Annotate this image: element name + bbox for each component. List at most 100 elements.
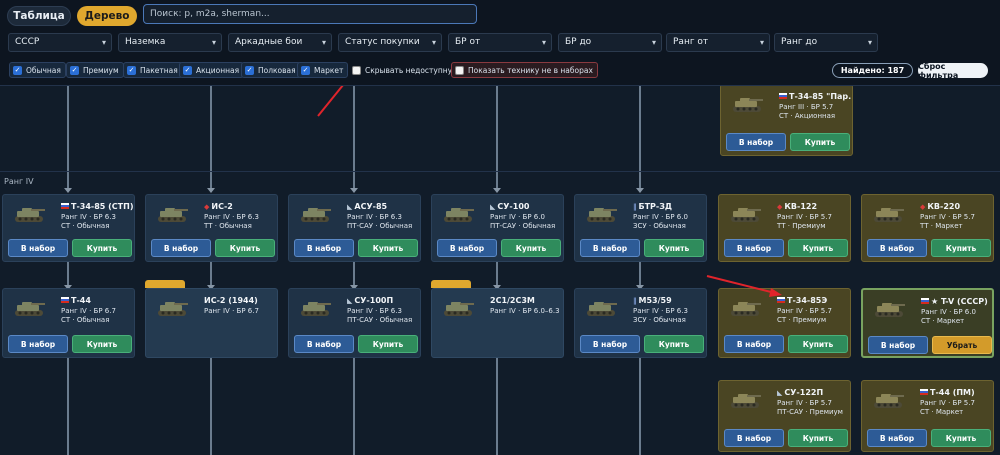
vehicle-rank-br: Ранг IV · БР 6.3	[347, 213, 402, 221]
tree-connector	[67, 86, 69, 189]
view-tree-button[interactable]: Дерево	[77, 6, 137, 26]
check-icon: ✓	[183, 65, 192, 75]
buy-button[interactable]: Купить	[788, 335, 848, 353]
add-to-set-button[interactable]: В набор	[294, 239, 354, 257]
add-to-set-button[interactable]: В набор	[724, 239, 784, 257]
add-to-set-button[interactable]: В набор	[580, 239, 640, 257]
rank-to-select[interactable]: Ранг до ▾	[774, 33, 878, 52]
checkbox-pack[interactable]: ✓ Пакетная	[123, 62, 183, 78]
vehicle-name: ◣ АСУ-85	[347, 202, 388, 211]
add-to-set-button[interactable]: В набор	[868, 336, 928, 354]
br-to-select[interactable]: БР до ▾	[558, 33, 662, 52]
check-icon: ✓	[301, 65, 310, 75]
buy-button[interactable]: Купить	[931, 239, 991, 257]
add-to-set-button[interactable]: В набор	[294, 335, 354, 353]
vehicle-card-su100p[interactable]: ◣ СУ-100П Ранг IV · БР 6.3 ПТ-САУ · Обычная…	[288, 288, 421, 358]
vehicle-card-su122p[interactable]: ◣ СУ-122П Ранг IV · БР 5.7 ПТ-САУ · Премиум…	[718, 380, 851, 452]
vehicle-card-t44[interactable]: Т-44 Ранг IV · БР 6.7 СТ · Обычная В набор К…	[2, 288, 135, 358]
group-tab[interactable]	[431, 280, 471, 288]
reset-filter-button[interactable]: Сброс фильтра	[918, 62, 988, 80]
checkbox-square	[455, 65, 464, 75]
buy-button[interactable]: Купить	[501, 239, 561, 257]
buy-button[interactable]: Купить	[358, 239, 418, 257]
add-to-set-button[interactable]: В набор	[724, 335, 784, 353]
purchase-status-select[interactable]: Статус покупки ▾	[338, 33, 442, 52]
purchase-status-value: Статус покупки	[345, 37, 420, 47]
tank-destroyer-icon: ◣	[347, 297, 353, 305]
vehicle-card-t34-85-par[interactable]: Т-34-85 "Пар... Ранг III · БР 5.7 СТ · Акц…	[720, 84, 853, 156]
vehicle-card-2s1[interactable]: 2С1/2С3М Ранг IV · БР 6.0–6.3	[431, 288, 564, 358]
view-table-button[interactable]: Таблица	[7, 6, 71, 26]
vehicle-class-status: ПТ-САУ · Обычная	[347, 222, 413, 230]
chevron-down-icon: ▾	[321, 38, 326, 47]
vehicle-card-is2[interactable]: ◆ ИС-2 Ранг IV · БР 6.3 ТТ · Обычная В набор…	[145, 194, 278, 262]
rank-from-select[interactable]: Ранг от ▾	[666, 33, 770, 52]
buy-button[interactable]: Купить	[358, 335, 418, 353]
checkbox-premium[interactable]: ✓ Премиум	[66, 62, 124, 78]
vehicle-card-m53[interactable]: ‖ М53/59 Ранг IV · БР 6.3 ЗСУ · Обычная В на…	[574, 288, 707, 358]
checkbox-square	[352, 65, 361, 75]
buy-button[interactable]: Купить	[644, 239, 704, 257]
vehicle-card-is2-1944[interactable]: ИС-2 (1944) Ранг IV · БР 6.7	[145, 288, 278, 358]
buy-button[interactable]: Купить	[72, 335, 132, 353]
add-to-set-button[interactable]: В набор	[580, 335, 640, 353]
vehicle-rank-br: Ранг IV · БР 5.7	[777, 213, 832, 221]
checkbox-squadron[interactable]: ✓ Полковая	[241, 62, 301, 78]
check-icon: ✓	[13, 65, 22, 75]
mode-select[interactable]: Аркадные бои ▾	[228, 33, 332, 52]
arrow-down-icon	[636, 188, 644, 193]
vehicle-class-status: ТТ · Премиум	[777, 222, 826, 230]
search-input[interactable]	[143, 4, 477, 24]
buy-button[interactable]: Купить	[931, 429, 991, 447]
vehicle-class-status: СТ · Маркет	[921, 317, 965, 325]
vehicle-card-t34-85-stp[interactable]: Т-34-85 (СТП) Ранг IV · БР 6.3 СТ · Обычна…	[2, 194, 135, 262]
vehicle-card-t34-85e[interactable]: Т-34-85Э Ранг IV · БР 5.7 СТ · Премиум В на…	[718, 288, 851, 358]
checkbox-market[interactable]: ✓ Маркет	[297, 62, 349, 78]
vehicle-name: ‖ БТР-ЗД	[633, 202, 673, 211]
vehicle-card-kv122[interactable]: ◆ КВ-122 Ранг IV · БР 5.7 ТТ · Премиум В наб…	[718, 194, 851, 262]
tank-destroyer-icon: ◣	[490, 203, 496, 211]
vehicle-card-asu85[interactable]: ◣ АСУ-85 Ранг IV · БР 6.3 ПТ-САУ · Обычная В…	[288, 194, 421, 262]
vehicle-card-kv220[interactable]: ◆ КВ-220 Ранг IV · БР 5.7 ТТ · Маркет В набо…	[861, 194, 994, 262]
vehicle-card-t44pm[interactable]: Т-44 (ПМ) Ранг IV · БР 5.7 СТ · Маркет В на…	[861, 380, 994, 452]
check-icon: ✓	[245, 65, 254, 75]
remove-button[interactable]: Убрать	[932, 336, 992, 354]
vehicle-card-su100[interactable]: ◣ СУ-100 Ранг IV · БР 6.0 ПТ-САУ · Обычная В…	[431, 194, 564, 262]
vehicle-type-select[interactable]: Наземка ▾	[118, 33, 222, 52]
flag-icon	[779, 93, 787, 99]
vehicle-name: ИС-2 (1944)	[204, 296, 258, 305]
vehicle-card-tv[interactable]: ★ T-V (СССР) Ранг IV · БР 6.0 СТ · Маркет В…	[861, 288, 994, 358]
br-from-select[interactable]: БР от ▾	[448, 33, 552, 52]
tank-icon	[875, 303, 905, 317]
add-to-set-button[interactable]: В набор	[726, 133, 786, 151]
nation-select[interactable]: СССР ▾	[8, 33, 112, 52]
checkbox-show-not-in-sets[interactable]: Показать технику не в наборах	[451, 62, 598, 78]
add-to-set-button[interactable]: В набор	[724, 429, 784, 447]
group-tab[interactable]	[145, 280, 185, 288]
checkbox-promo[interactable]: ✓ Акционная	[179, 62, 245, 78]
vehicle-card-btr3d[interactable]: ‖ БТР-ЗД Ранг IV · БР 6.0 ЗСУ · Обычная В на…	[574, 194, 707, 262]
buy-button[interactable]: Купить	[788, 429, 848, 447]
buy-button[interactable]: Купить	[215, 239, 275, 257]
vehicle-name: ‖ М53/59	[633, 296, 672, 305]
buy-button[interactable]: Купить	[72, 239, 132, 257]
add-to-set-button[interactable]: В набор	[867, 239, 927, 257]
add-to-set-button[interactable]: В набор	[151, 239, 211, 257]
rank-label: Ранг IV	[4, 177, 34, 186]
checkbox-label: Пакетная	[140, 65, 178, 75]
tank-icon	[731, 302, 761, 316]
add-to-set-button[interactable]: В набор	[437, 239, 497, 257]
rank-divider	[0, 171, 1000, 172]
checkbox-hide-unavailable[interactable]: Скрывать недоступную	[349, 62, 462, 78]
vehicle-rank-br: Ранг III · БР 5.7	[779, 103, 834, 111]
buy-button[interactable]: Купить	[644, 335, 704, 353]
add-to-set-button[interactable]: В набор	[8, 239, 68, 257]
buy-button[interactable]: Купить	[788, 239, 848, 257]
tree-connector	[639, 358, 641, 455]
add-to-set-button[interactable]: В набор	[8, 335, 68, 353]
vehicle-class-status: ПТ-САУ · Обычная	[490, 222, 556, 230]
add-to-set-button[interactable]: В набор	[867, 429, 927, 447]
tank-icon	[301, 208, 331, 222]
buy-button[interactable]: Купить	[790, 133, 850, 151]
checkbox-regular[interactable]: ✓ Обычная	[9, 62, 66, 78]
